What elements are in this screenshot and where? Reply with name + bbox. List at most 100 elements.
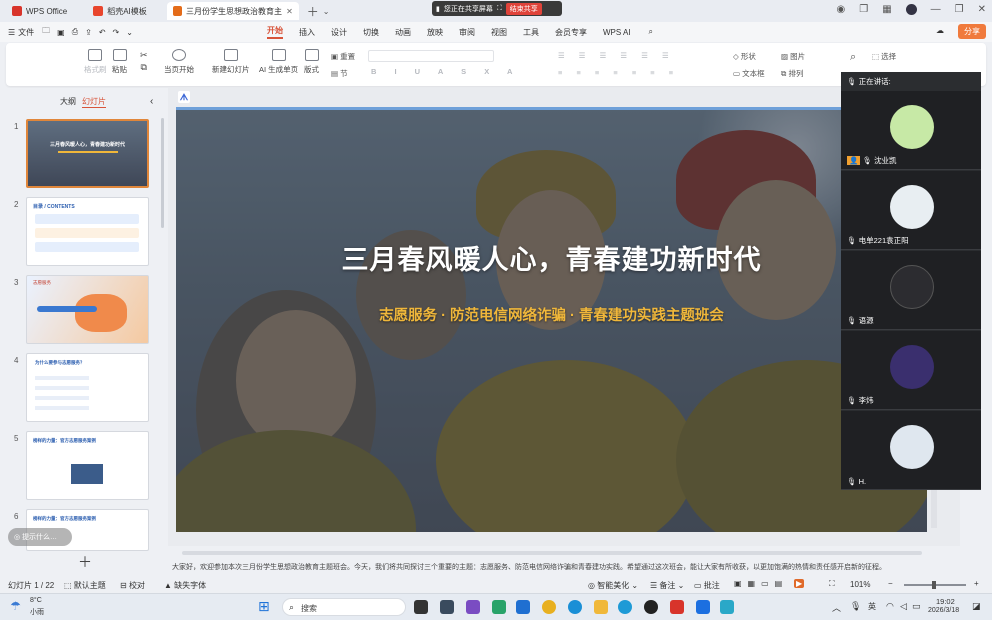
participant-tile[interactable]: 🎙 电单221袁正阳 <box>841 171 981 250</box>
chevron-up-icon[interactable]: ︿ <box>832 601 841 614</box>
slide-thumb-5[interactable]: 榜样的力量：官方志愿服务案例 <box>26 431 149 500</box>
layout-button[interactable]: 版式 <box>304 49 319 75</box>
menu-insert[interactable]: 插入 <box>299 27 315 38</box>
play-slideshow-button[interactable]: ▶ <box>794 579 805 588</box>
chrome-icon[interactable] <box>542 600 556 614</box>
tab-document[interactable]: 三月份学生思想政治教育主题班会 ✕ <box>166 2 299 20</box>
outline-tab[interactable]: 大纲 <box>60 96 76 107</box>
textbox-button[interactable]: ▭ 文本框 <box>733 68 765 79</box>
avatar[interactable] <box>905 4 917 15</box>
zoom-out-icon[interactable]: − <box>888 579 893 588</box>
menu-member[interactable]: 会员专享 <box>555 27 587 38</box>
wechat-icon[interactable] <box>492 600 506 614</box>
search-icon[interactable]: ⌕ <box>649 27 653 37</box>
undo-icon[interactable]: ↶ <box>99 28 106 37</box>
volume-icon[interactable]: ◁ <box>900 601 907 612</box>
align-buttons[interactable]: ≡ ≡ ≡ ≡ ≡ ≡ ≡ <box>558 68 679 77</box>
find-icon[interactable]: ⌕ <box>850 51 856 64</box>
ime-indicator[interactable]: 英 <box>868 601 876 612</box>
menu-tools[interactable]: 工具 <box>523 27 539 38</box>
proofread-button[interactable]: ⊟ 校对 <box>120 580 145 591</box>
close-window-icon[interactable]: ✕ <box>978 4 986 15</box>
layout-icon[interactable]: ❐ <box>859 4 868 15</box>
file-menu[interactable]: 文件 <box>18 27 34 38</box>
speaker-notes[interactable]: 大家好，欢迎参加本次三月份学生思想政治教育主题班会。今天，我们将共同探讨三个重要… <box>168 562 958 574</box>
horizontal-scrollbar[interactable] <box>182 551 922 555</box>
comments-toggle[interactable]: ▭ 批注 <box>694 580 720 591</box>
menu-view[interactable]: 视图 <box>491 27 507 38</box>
collapse-panel-icon[interactable]: ‹ <box>150 96 153 107</box>
save-icon[interactable]: ▣ <box>57 28 65 37</box>
participant-tile[interactable]: 🎙 H. <box>841 411 981 490</box>
view-mode-buttons[interactable]: ▣▦▭▤ <box>734 579 788 588</box>
missing-font-button[interactable]: ▲ 缺失字体 <box>164 580 206 591</box>
format-painter-button[interactable]: 格式刷 <box>84 49 107 75</box>
file-explorer-icon[interactable] <box>594 600 608 614</box>
ai-hint-bubble[interactable]: ◎ 提示什么… <box>8 528 72 546</box>
clock-time[interactable]: 19:02 <box>936 597 955 606</box>
paragraph-buttons[interactable]: ☰ ☰ ☰ ☰ ☰ ☰ <box>558 51 675 60</box>
slide-thumb-4[interactable]: 为什么要参与志愿服务？ <box>26 353 149 422</box>
notification-icon[interactable]: ◪ <box>972 601 981 612</box>
participant-tile[interactable]: 👤 🎙 沈业凯 <box>841 91 981 170</box>
stop-share-button[interactable]: 结束共享 <box>505 2 542 15</box>
taskbar-search[interactable]: ⌕ 搜索 <box>282 598 406 616</box>
menu-transition[interactable]: 切换 <box>363 27 379 38</box>
menu-home[interactable]: 开始 <box>266 25 283 39</box>
battery-icon[interactable]: ▭ <box>912 601 921 612</box>
meeting-icon[interactable] <box>696 600 710 614</box>
mic-icon[interactable]: 🎙 <box>850 601 861 612</box>
app-icon[interactable] <box>440 600 454 614</box>
wps-taskbar-icon[interactable] <box>670 600 684 614</box>
zoom-level[interactable]: 101% <box>850 580 870 589</box>
visual-studio-icon[interactable] <box>466 600 480 614</box>
task-view-icon[interactable] <box>414 600 428 614</box>
tab-wps-office[interactable]: WPS Office <box>6 2 73 20</box>
section-button[interactable]: ▤ 节 <box>331 68 348 79</box>
scissors-icon[interactable]: ✂ <box>140 50 148 60</box>
store-icon[interactable] <box>516 600 530 614</box>
slides-tab[interactable]: 幻灯片 <box>82 96 106 108</box>
add-slide-icon[interactable]: ＋ <box>78 552 92 572</box>
smart-beautify-button[interactable]: ◎ 智能美化 ⌄ <box>588 580 638 591</box>
font-style-buttons[interactable]: B I U A S X A <box>371 67 520 76</box>
skin-icon[interactable]: ◉ <box>836 4 845 15</box>
export-icon[interactable]: ⇪ <box>85 28 92 37</box>
shape-button[interactable]: ◇ 形状 <box>733 51 756 62</box>
more-dropdown-icon[interactable]: ⌄ <box>126 28 133 37</box>
wifi-icon[interactable]: ◠ <box>886 601 894 612</box>
browser-icon[interactable] <box>618 600 632 614</box>
slide-thumb-2[interactable]: 目录 / CONTENTS <box>26 197 149 266</box>
cloud-icon[interactable]: ☁ <box>936 26 944 35</box>
hamburger-icon[interactable]: ☰ <box>8 28 15 37</box>
zoom-in-icon[interactable]: + <box>974 579 979 588</box>
qq-icon[interactable] <box>644 600 658 614</box>
minimize-icon[interactable]: — <box>931 4 941 15</box>
theme-button[interactable]: ⬚ 默认主题 <box>64 580 106 591</box>
menu-slideshow[interactable]: 放映 <box>427 27 443 38</box>
menu-wps-ai[interactable]: WPS AI <box>603 28 631 37</box>
new-tab-icon[interactable]: ＋ <box>307 3 319 20</box>
open-icon[interactable]: 🗀 <box>42 25 50 39</box>
wps-ai-float-icon[interactable]: ᗑ <box>178 91 190 103</box>
font-name-select[interactable] <box>368 50 494 62</box>
share-button[interactable]: 分享 <box>958 24 986 39</box>
slide-thumb-3[interactable]: 志愿服务 <box>26 275 149 344</box>
apps-icon[interactable]: ▦ <box>882 4 891 15</box>
tab-daoke-ai[interactable]: 稻壳AI模板 <box>87 2 153 20</box>
restore-icon[interactable]: ❐ <box>955 4 964 15</box>
participant-tile[interactable]: 🎙 语源 <box>841 251 981 330</box>
thumb-scrollbar[interactable] <box>161 118 164 228</box>
paste-button[interactable]: 粘贴 <box>112 49 127 75</box>
current-slide[interactable]: 三月春风暖人心，青春建功新时代 志愿服务 · 防范电信网络诈骗 · 青春建功实践… <box>176 110 927 532</box>
clock-date[interactable]: 2026/3/18 <box>928 607 959 614</box>
arrange-button[interactable]: ⧉ 排列 <box>781 68 803 79</box>
fit-icon[interactable]: ⛶ <box>829 579 835 589</box>
play-from-current-button[interactable]: 当页开始 <box>164 49 194 75</box>
weather-icon[interactable]: ☂ <box>10 599 21 613</box>
new-slide-button[interactable]: 新建幻灯片 <box>212 49 250 75</box>
slide-thumb-1[interactable]: 三月春风暖人心，青春建功新时代 <box>26 119 149 188</box>
close-tab-icon[interactable]: ✕ <box>286 7 293 16</box>
participant-tile[interactable]: 🎙 李炜 <box>841 331 981 410</box>
edge-icon[interactable] <box>568 600 582 614</box>
